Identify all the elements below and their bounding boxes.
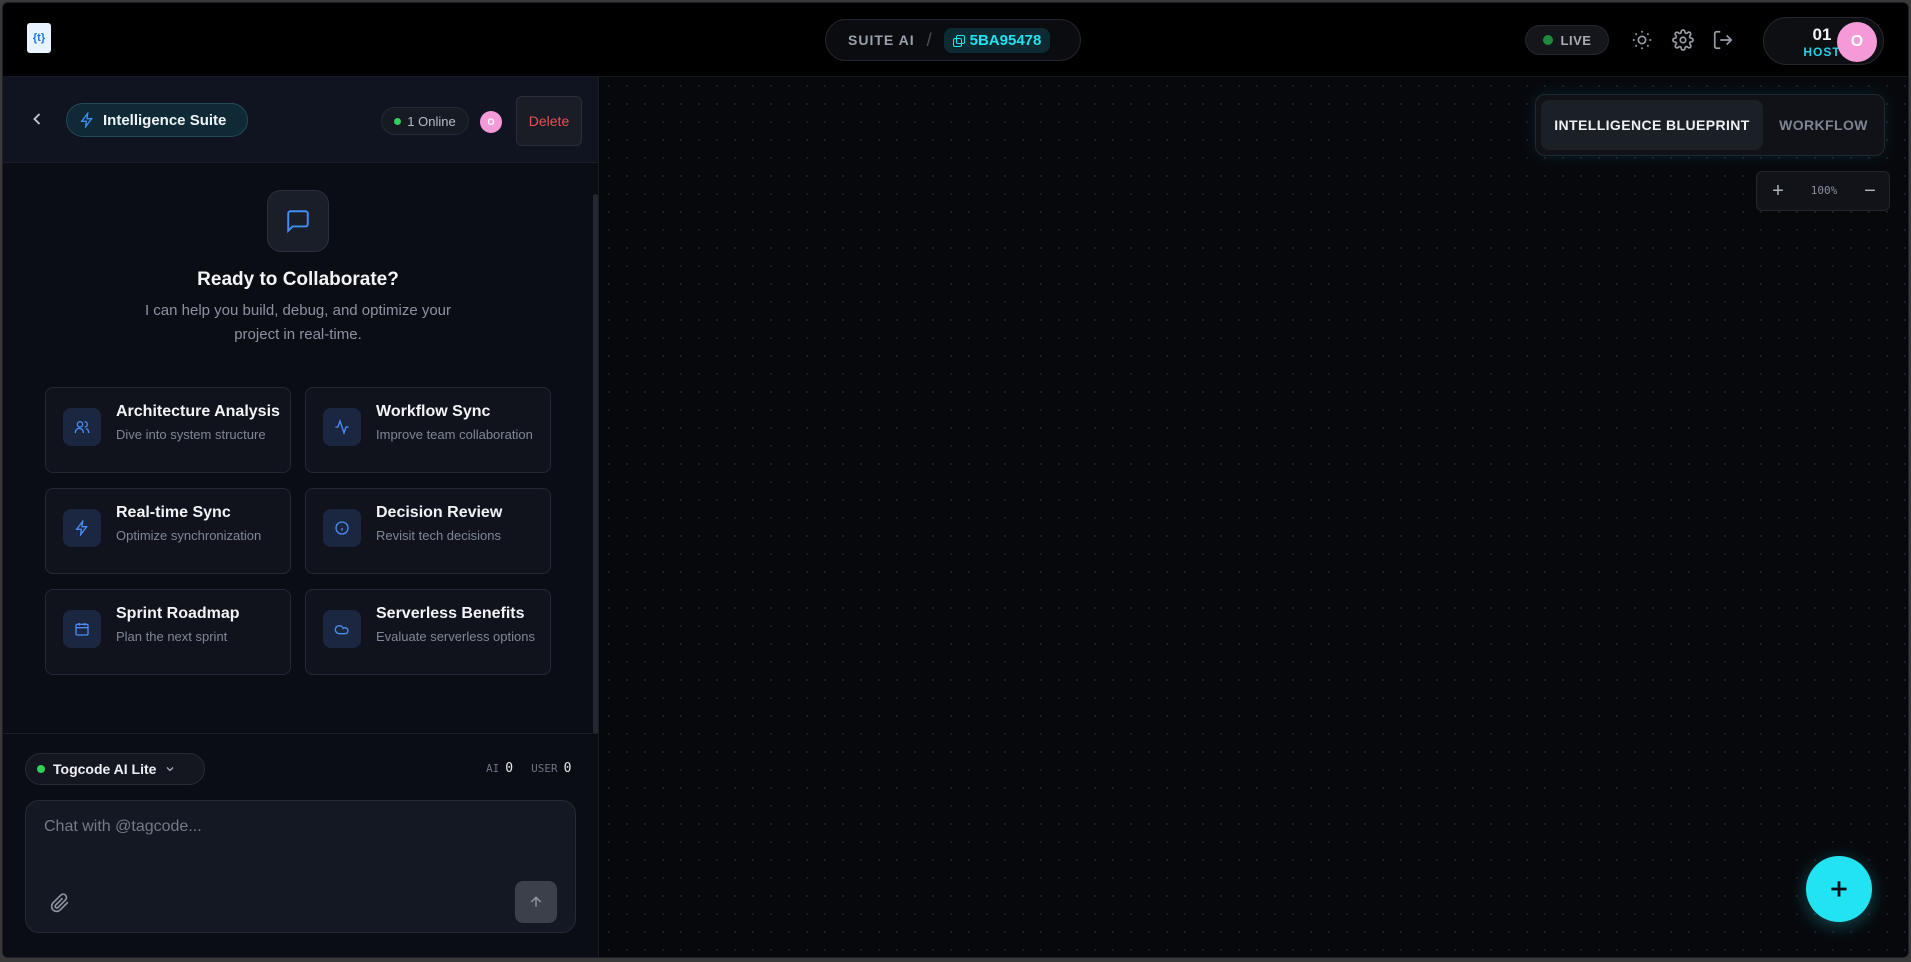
card-description: Evaluate serverless options	[376, 629, 535, 644]
suite-chip[interactable]: Intelligence Suite	[66, 103, 248, 137]
session-code: 5BA95478	[969, 31, 1042, 49]
session-code-button[interactable]: 5BA95478	[943, 27, 1051, 53]
send-button[interactable]	[515, 881, 557, 923]
online-label: 1 Online	[407, 113, 456, 129]
live-label: LIVE	[1560, 32, 1592, 48]
avatar[interactable]: O	[1837, 22, 1877, 62]
activity-icon	[323, 408, 361, 446]
suggestion-card[interactable]: Workflow Sync Improve team collaboration	[305, 387, 551, 473]
ai-count: 0	[505, 761, 514, 776]
card-title: Workflow Sync	[376, 403, 491, 420]
top-bar: {t} SUITE AI / 5BA95478 LIVE 01 HOST O	[3, 3, 1908, 77]
suggestion-card[interactable]: Real-time Sync Optimize synchronization	[45, 488, 291, 574]
hero-subtitle: I can help you build, debug, and optimiz…	[144, 302, 452, 343]
user-count: 0	[563, 761, 572, 776]
zoom-controls: + 100% −	[1756, 171, 1890, 211]
blueprint-canvas[interactable]: INTELLIGENCE BLUEPRINT WORKFLOW + 100% −	[600, 77, 1908, 957]
card-title: Architecture Analysis	[116, 403, 280, 420]
host-label: HOST	[1803, 45, 1841, 59]
zoom-level: 100%	[1810, 184, 1838, 197]
card-title: Sprint Roadmap	[116, 605, 240, 622]
ai-count-label: AI	[486, 762, 500, 775]
card-title: Serverless Benefits	[376, 605, 525, 622]
card-description: Optimize synchronization	[116, 528, 262, 543]
paperclip-icon[interactable]	[50, 893, 70, 913]
user-count-label: USER	[531, 762, 558, 775]
suggestion-card[interactable]: Sprint Roadmap Plan the next sprint	[45, 589, 291, 675]
logout-icon[interactable]	[1712, 29, 1734, 51]
info-icon	[323, 509, 361, 547]
chat-input-placeholder: Chat with @tagcode...	[44, 818, 202, 835]
suggestion-card[interactable]: Serverless Benefits Evaluate serverless …	[305, 589, 551, 675]
gear-icon[interactable]	[1672, 29, 1694, 51]
host-indicator[interactable]: 01 HOST O	[1763, 17, 1884, 65]
logo-text: {t}	[32, 32, 46, 44]
model-label: Togcode AI Lite	[53, 761, 157, 777]
users-icon	[63, 408, 101, 446]
chevron-down-icon	[167, 767, 174, 772]
host-count: 01	[1812, 25, 1832, 44]
bolt-icon	[63, 509, 101, 547]
arrow-up-icon	[530, 896, 542, 907]
chat-panel: Intelligence Suite 1 Online O Delete Rea…	[3, 77, 599, 957]
copy-icon	[952, 34, 965, 47]
breadcrumb: SUITE AI / 5BA95478	[825, 19, 1081, 61]
model-selector[interactable]: Togcode AI Lite	[25, 753, 205, 785]
online-dot	[394, 117, 402, 125]
avatar[interactable]: O	[480, 111, 502, 133]
suggestion-card[interactable]: Architecture Analysis Dive into system s…	[45, 387, 291, 473]
chat-bubble-icon	[267, 190, 329, 252]
zoom-out-button[interactable]: −	[1857, 178, 1883, 204]
back-icon[interactable]	[27, 109, 47, 129]
plus-icon	[1831, 881, 1847, 897]
suggestion-card[interactable]: Decision Review Revisit tech decisions	[305, 488, 551, 574]
scrollbar[interactable]	[593, 194, 598, 734]
delete-button[interactable]: Delete	[516, 96, 582, 146]
live-status-badge: LIVE	[1525, 25, 1609, 55]
breadcrumb-brand[interactable]: SUITE AI	[848, 32, 915, 48]
card-description: Improve team collaboration	[376, 427, 533, 442]
card-title: Real-time Sync	[116, 504, 231, 521]
add-node-button[interactable]	[1806, 856, 1872, 922]
calendar-icon	[63, 610, 101, 648]
card-description: Plan the next sprint	[116, 629, 228, 644]
zoom-in-button[interactable]: +	[1765, 178, 1791, 204]
tab-workflow[interactable]: WORKFLOW	[1766, 100, 1881, 150]
app-window: {t} SUITE AI / 5BA95478 LIVE 01 HOST O I…	[2, 2, 1909, 958]
card-description: Dive into system structure	[116, 427, 266, 442]
suite-label: Intelligence Suite	[103, 111, 227, 129]
app-logo[interactable]: {t}	[27, 23, 51, 53]
bolt-icon	[80, 112, 93, 128]
sun-icon[interactable]	[1631, 29, 1653, 51]
panel-header: Intelligence Suite 1 Online O Delete	[3, 77, 598, 163]
tab-intelligence-blueprint[interactable]: INTELLIGENCE BLUEPRINT	[1541, 100, 1763, 150]
cloud-icon	[323, 610, 361, 648]
view-toggle: INTELLIGENCE BLUEPRINT WORKFLOW	[1535, 94, 1885, 156]
hero-title: Ready to Collaborate?	[197, 269, 399, 290]
online-status: 1 Online	[381, 107, 469, 135]
live-dot	[1542, 35, 1553, 45]
chat-input[interactable]: Chat with @tagcode...	[25, 800, 576, 933]
model-status-dot	[37, 765, 45, 773]
message-counts: AI 0 USER 0	[486, 761, 583, 776]
composer-divider	[3, 733, 593, 734]
card-description: Revisit tech decisions	[376, 528, 501, 543]
card-title: Decision Review	[376, 504, 503, 521]
breadcrumb-separator: /	[926, 29, 932, 50]
